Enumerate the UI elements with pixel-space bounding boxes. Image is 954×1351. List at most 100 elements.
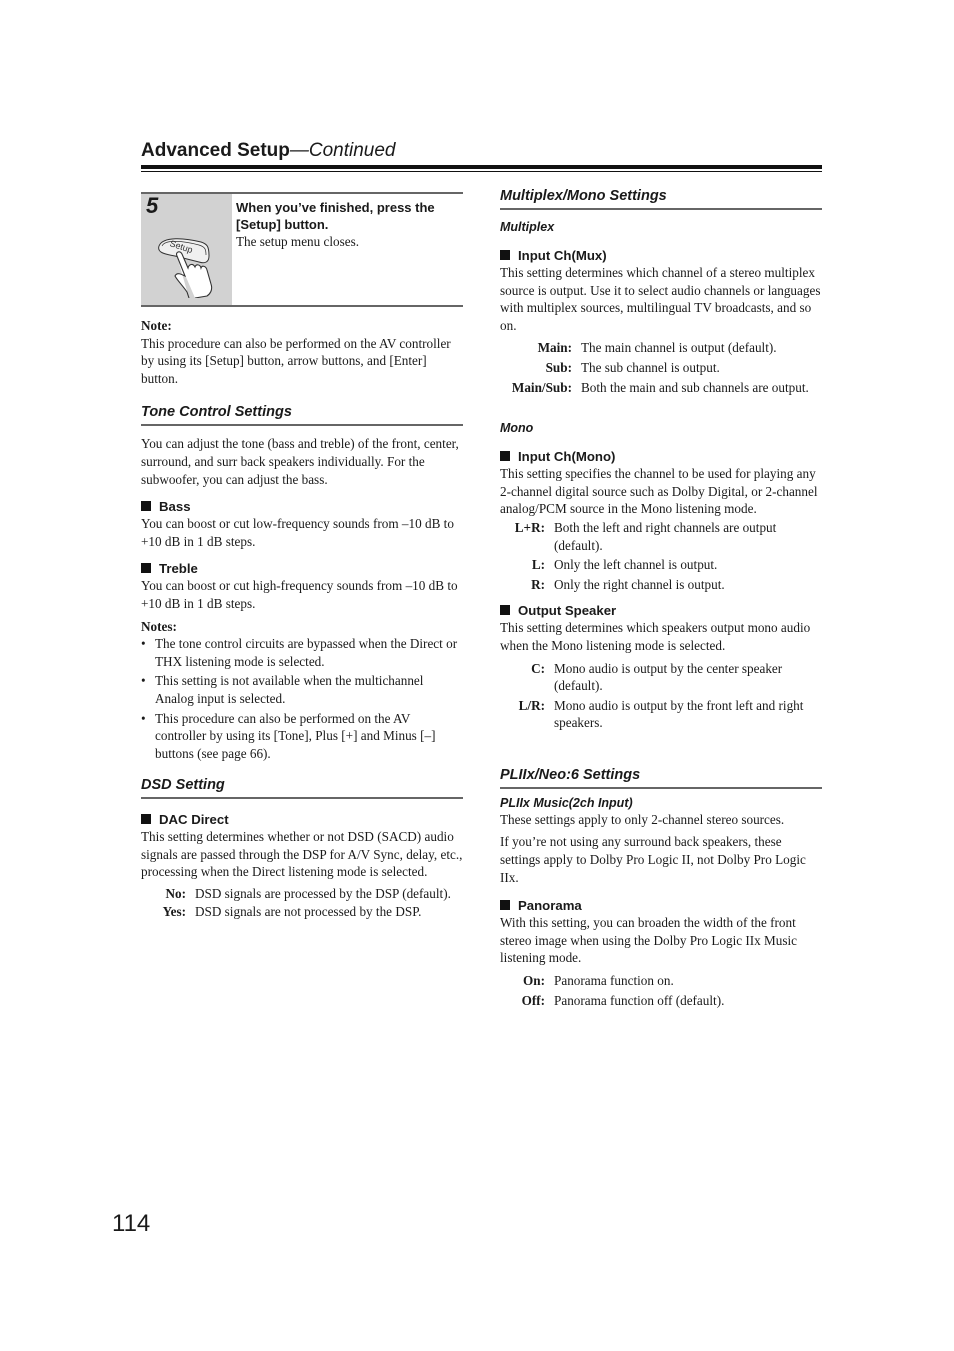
output-speaker-text: This setting determines which speakers o… xyxy=(500,620,811,653)
step-number: 5 xyxy=(146,193,159,218)
option-value: Both the left and right channels are out… xyxy=(554,519,777,553)
option-value: DSD signals are processed by the DSP (de… xyxy=(195,886,451,902)
option-key: Yes: xyxy=(162,903,186,919)
option-row: No: DSD signals are processed by the DSP … xyxy=(141,885,463,903)
pliix-intro-2: If you’re not using any surround back sp… xyxy=(500,834,806,885)
option-key: Sub: xyxy=(545,359,572,375)
option-value: Panorama function off (default). xyxy=(554,992,725,1008)
dac-direct-heading-text: DAC Direct xyxy=(159,812,229,828)
square-bullet-icon xyxy=(141,501,151,512)
option-value: Only the left channel is output. xyxy=(554,557,718,573)
option-key: Off: xyxy=(521,992,545,1008)
bass-heading: Bass xyxy=(141,498,463,515)
option-row: Main: The main channel is output (default… xyxy=(500,339,822,357)
option-value: Panorama function on. xyxy=(554,973,674,989)
option-value: The sub channel is output. xyxy=(581,359,720,375)
page-header: Advanced Setup—Continued xyxy=(141,139,822,172)
note-item: The tone control circuits are bypassed w… xyxy=(141,635,463,670)
notes-label: Notes: xyxy=(141,618,177,634)
notes-list: The tone control circuits are bypassed w… xyxy=(141,635,463,762)
input-mux-text: This setting determines which channel of… xyxy=(500,265,821,333)
output-speaker-heading-text: Output Speaker xyxy=(518,603,617,619)
option-key: No: xyxy=(165,886,186,902)
input-mux-options: Main: The main channel is output (default… xyxy=(500,339,822,396)
input-mono-heading-text: Input Ch(Mono) xyxy=(518,449,616,465)
bass-text: You can boost or cut low-frequency sound… xyxy=(141,516,454,549)
square-bullet-icon xyxy=(500,900,510,911)
subtitle-mono: Mono xyxy=(500,421,534,436)
option-row: R: Only the right channel is output. xyxy=(500,576,822,594)
section-title-dsd: DSD Setting xyxy=(141,776,463,800)
option-key: Main/Sub: xyxy=(511,379,572,395)
note-label: Note: xyxy=(141,318,172,333)
square-bullet-icon xyxy=(500,250,510,260)
option-row: L: Only the left channel is output. xyxy=(500,556,822,574)
option-row: C: Mono audio is output by the center spe… xyxy=(500,660,822,695)
right-column: Multiplex/Mono Settings Multiplex Input … xyxy=(500,187,822,1009)
step-instruction: When you’ve finished, press the [Setup] … xyxy=(236,200,435,232)
option-key: C: xyxy=(531,660,545,676)
square-bullet-icon xyxy=(141,563,151,574)
option-key: L/R: xyxy=(518,697,545,713)
option-row: Main/Sub: Both the main and sub channels … xyxy=(500,379,822,397)
option-row: Sub: The sub channel is output. xyxy=(500,359,822,377)
left-column: 5 Setup When you’ve finished, press the … xyxy=(141,192,463,920)
option-value: DSD signals are not processed by the DSP… xyxy=(195,903,422,919)
page-title: Advanced Setup—Continued xyxy=(141,139,822,163)
option-key: L+R: xyxy=(514,519,545,535)
dac-direct-heading: DAC Direct xyxy=(141,811,463,828)
option-row: L+R: Both the left and right channels are… xyxy=(500,519,822,554)
option-key: L: xyxy=(531,557,545,573)
option-key: Main: xyxy=(537,340,572,356)
input-mono-options: L+R: Both the left and right channels are… xyxy=(500,519,822,593)
option-value: Both the main and sub channels are outpu… xyxy=(581,379,809,395)
section-title-pliix-neo: PLIIx/Neo:6 Settings xyxy=(500,766,822,789)
option-key: R: xyxy=(531,576,545,592)
step-illustration: 5 Setup xyxy=(141,194,232,305)
option-value: Only the right channel is output. xyxy=(554,576,725,592)
title-main: Advanced Setup xyxy=(141,140,290,161)
panorama-heading-text: Panorama xyxy=(518,898,582,914)
input-mux-heading-text: Input Ch(Mux) xyxy=(518,248,607,263)
section-title-multiplex-mono: Multiplex/Mono Settings xyxy=(500,187,822,210)
output-speaker-heading: Output Speaker xyxy=(500,602,822,619)
note-item: This procedure can also be performed on … xyxy=(141,710,463,763)
treble-heading-text: Treble xyxy=(159,561,198,577)
panorama-text: With this setting, you can broaden the w… xyxy=(500,915,798,966)
treble-heading: Treble xyxy=(141,560,463,577)
section-title-tone-control: Tone Control Settings xyxy=(141,403,463,427)
output-speaker-options: C: Mono audio is output by the center spe… xyxy=(500,660,822,732)
title-suffix: —Continued xyxy=(289,140,396,161)
step-text: When you’ve finished, press the [Setup] … xyxy=(236,199,463,251)
input-mono-text: This setting specifies the channel to be… xyxy=(500,466,818,517)
option-row: On: Panorama function on. xyxy=(500,972,822,990)
page-number: 114 xyxy=(112,1210,151,1237)
square-bullet-icon xyxy=(141,814,151,825)
setup-button-press-icon: Setup xyxy=(158,238,213,298)
tone-control-intro: You can adjust the tone (bass and treble… xyxy=(141,436,459,487)
step-result: The setup menu closes. xyxy=(236,234,360,249)
dac-direct-options: No: DSD signals are processed by the DSP … xyxy=(141,885,463,920)
note-item: This setting is not available when the m… xyxy=(141,672,463,707)
step-box: 5 Setup When you’ve finished, press the … xyxy=(141,192,463,307)
option-value: The main channel is output (default). xyxy=(581,340,777,356)
panorama-heading: Panorama xyxy=(500,897,822,914)
option-value: Mono audio is output by the front left a… xyxy=(554,697,804,731)
square-bullet-icon xyxy=(500,451,510,462)
option-value: Mono audio is output by the center speak… xyxy=(554,660,783,694)
bass-heading-text: Bass xyxy=(159,499,191,515)
note-text: This procedure can also be performed on … xyxy=(141,335,451,386)
treble-text: You can boost or cut high-frequency soun… xyxy=(141,578,458,611)
input-mono-heading: Input Ch(Mono) xyxy=(500,448,822,465)
header-rule-thick xyxy=(141,165,822,169)
input-mux-heading: Input Ch(Mux) xyxy=(500,247,822,264)
subtitle-pliix-music: PLIIx Music(2ch Input) xyxy=(500,795,633,810)
option-key: On: xyxy=(523,973,545,989)
header-rule-thin xyxy=(141,171,822,172)
pliix-intro-1: These settings apply to only 2-channel s… xyxy=(500,811,785,827)
option-row: Off: Panorama function off (default). xyxy=(500,992,822,1010)
dac-direct-text: This setting determines whether or not D… xyxy=(141,829,463,880)
square-bullet-icon xyxy=(500,605,510,616)
panorama-options: On: Panorama function on. Off: Panorama fu… xyxy=(500,972,822,1009)
option-row: L/R: Mono audio is output by the front le… xyxy=(500,697,822,732)
